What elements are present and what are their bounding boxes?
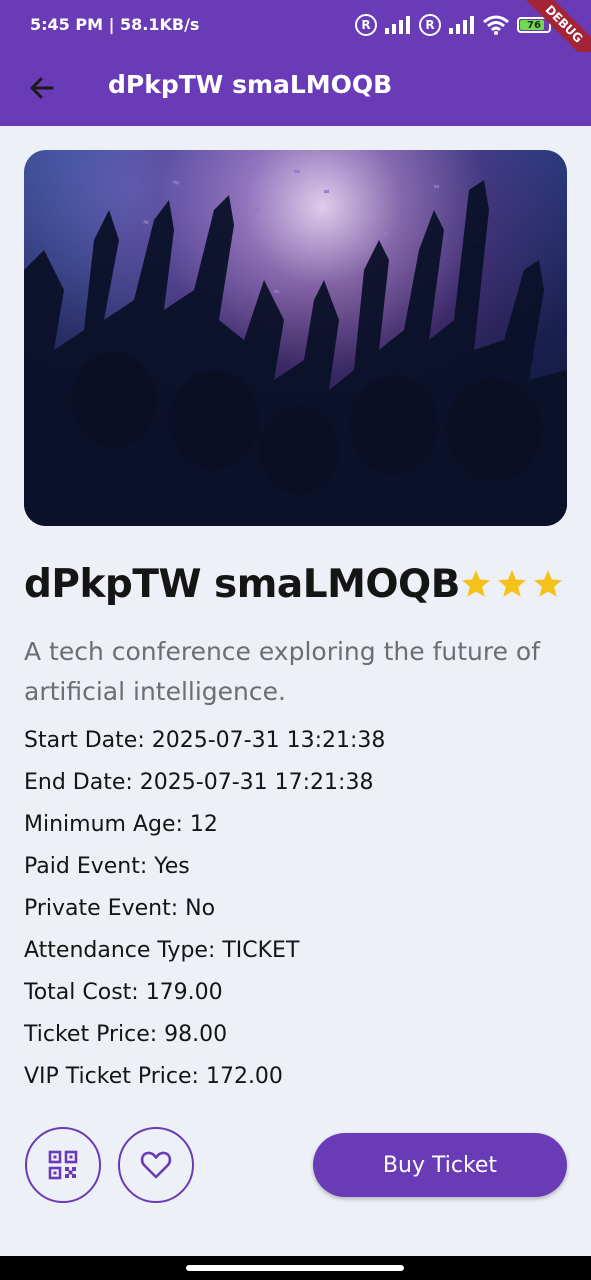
vip-ticket-price: VIP Ticket Price: 172.00 — [24, 1064, 283, 1089]
minimum-age: Minimum Age: 12 — [24, 812, 218, 837]
registered-icon-2: R — [419, 14, 441, 36]
total-cost: Total Cost: 179.00 — [24, 980, 223, 1005]
qr-code-button[interactable] — [25, 1127, 101, 1203]
system-nav-bar — [0, 1256, 591, 1280]
ticket-price: Ticket Price: 98.00 — [24, 1022, 228, 1047]
event-image — [24, 150, 567, 526]
status-bar: 5:45 PM | 58.1KB/s R R 76 DEBUG — [0, 0, 591, 70]
arrow-left-icon — [30, 77, 54, 99]
app-bar-title: dPkpTW smaLMOQB — [108, 70, 393, 99]
private-event: Private Event: No — [24, 896, 216, 921]
event-details: Start Date: 2025-07-31 13:21:38 End Date… — [24, 726, 385, 1104]
favorite-button[interactable] — [118, 1127, 194, 1203]
qr-code-icon — [48, 1150, 78, 1180]
app-bar: dPkpTW smaLMOQB — [0, 52, 591, 126]
crowd-silhouette — [24, 170, 567, 526]
status-time: 5:45 PM | 58.1KB/s — [30, 15, 200, 34]
buy-ticket-button[interactable]: Buy Ticket — [313, 1133, 567, 1197]
heart-icon — [140, 1151, 172, 1179]
battery-level: 76 — [527, 19, 541, 31]
signal-icon-2 — [449, 16, 474, 34]
event-description: A tech conference exploring the future o… — [24, 637, 541, 706]
star-icon — [498, 570, 526, 597]
start-date: Start Date: 2025-07-31 13:21:38 — [24, 728, 386, 753]
registered-icon: R — [355, 14, 377, 36]
paid-event: Paid Event: Yes — [24, 854, 190, 879]
end-date: End Date: 2025-07-31 17:21:38 — [24, 770, 374, 795]
signal-icon — [385, 16, 410, 34]
rating-stars — [460, 568, 564, 600]
status-icons: R R 76 — [355, 14, 551, 36]
home-indicator[interactable] — [186, 1265, 404, 1271]
star-icon — [462, 570, 490, 597]
attendance-type: Attendance Type: TICKET — [24, 938, 300, 963]
back-button[interactable] — [22, 68, 62, 108]
star-icon — [534, 570, 562, 597]
wifi-icon — [483, 15, 509, 35]
event-title: dPkpTW smaLMOQB — [24, 562, 460, 607]
